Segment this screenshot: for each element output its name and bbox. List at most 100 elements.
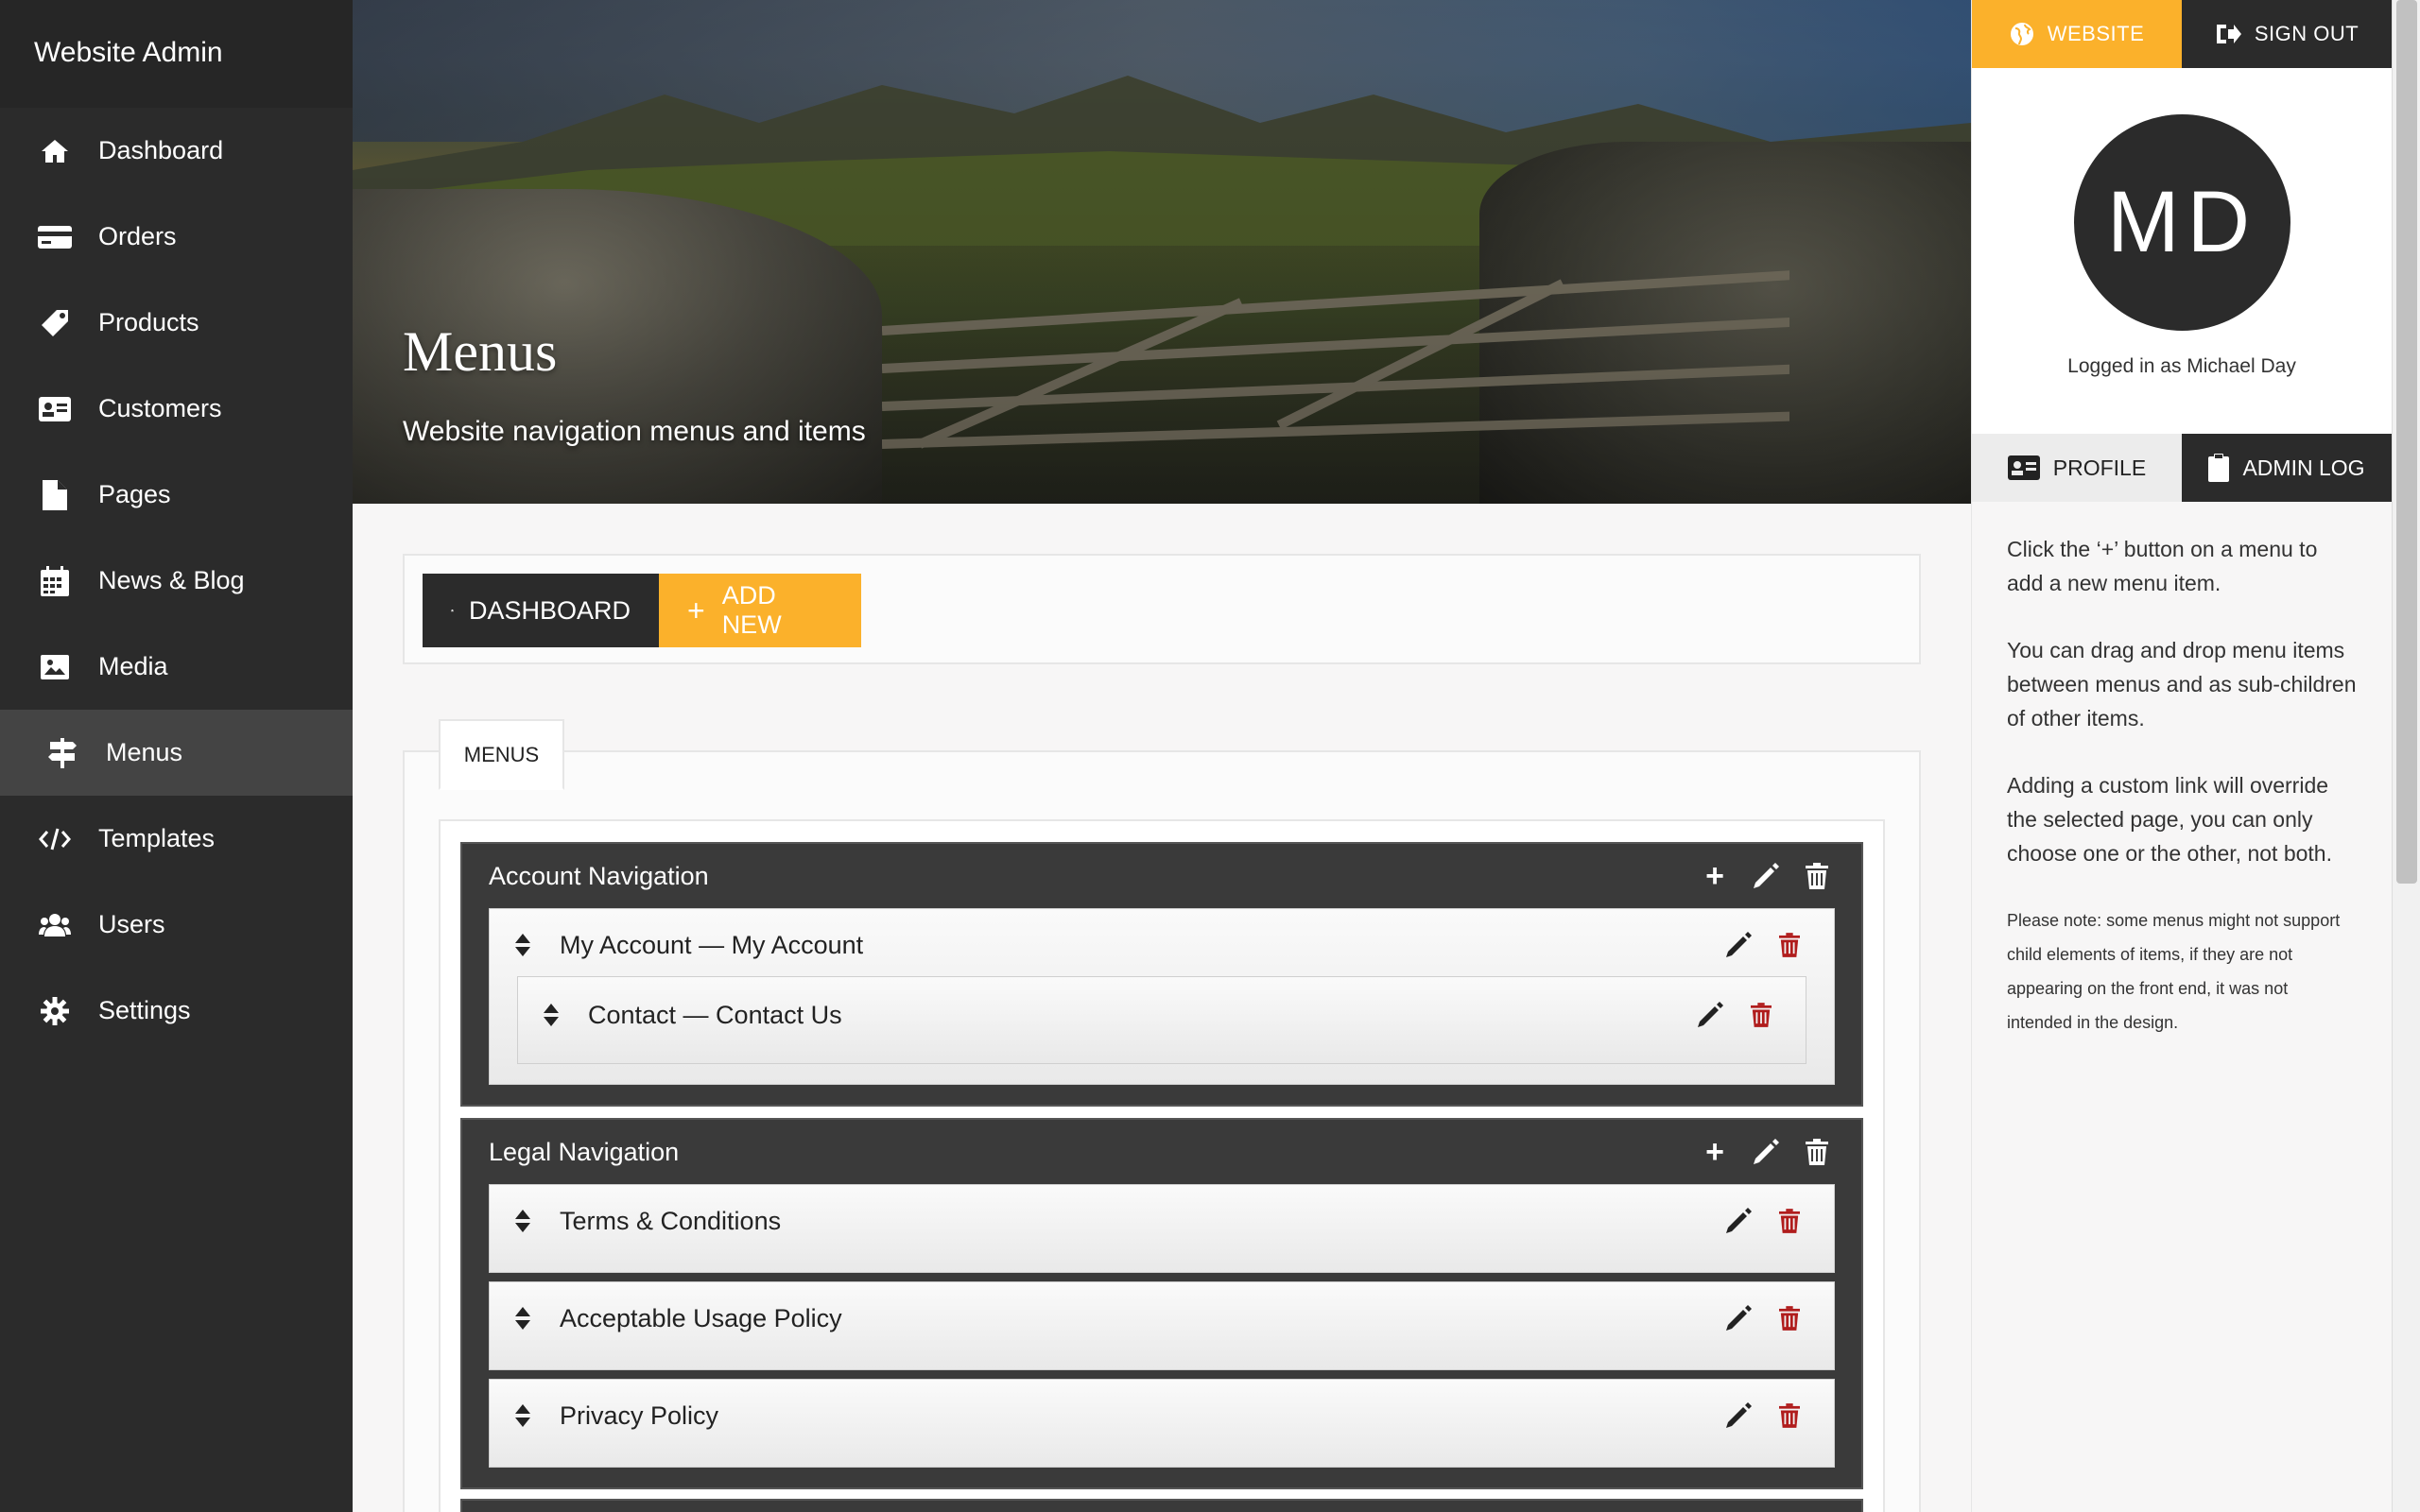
account-panel: WEBSITE SIGN OUT MD Logged in as Michael… bbox=[1971, 0, 2392, 1512]
tab-menus[interactable]: MENUS bbox=[439, 719, 564, 790]
sidebar-item-customers[interactable]: Customers bbox=[0, 366, 353, 452]
delete-menu-button[interactable] bbox=[1791, 863, 1842, 889]
sidebar-item-label: Users bbox=[98, 910, 165, 938]
delete-item-button[interactable] bbox=[1764, 933, 1815, 957]
menu-item[interactable]: Acceptable Usage Policy bbox=[489, 1281, 1835, 1370]
edit-item-button[interactable] bbox=[1685, 1001, 1736, 1029]
plus-icon: + bbox=[687, 593, 705, 627]
menu-item[interactable]: Privacy Policy bbox=[489, 1379, 1835, 1468]
sign-out-icon bbox=[2216, 25, 2241, 43]
delete-item-button[interactable] bbox=[1736, 1003, 1787, 1027]
code-icon bbox=[38, 822, 72, 856]
sidebar-item-users[interactable]: Users bbox=[0, 882, 353, 968]
sidebar-item-label: Templates bbox=[98, 824, 216, 852]
id-card-icon bbox=[38, 392, 72, 426]
menu-item-label: Privacy Policy bbox=[560, 1400, 719, 1430]
brand-title: Website Admin bbox=[0, 0, 353, 108]
menu-title: Legal Navigation bbox=[489, 1137, 680, 1166]
trash-icon bbox=[1779, 1403, 1800, 1428]
sidebar-item-news-blog[interactable]: News & Blog bbox=[0, 538, 353, 624]
sign-out-button[interactable]: SIGN OUT bbox=[2182, 0, 2392, 68]
add-new-button[interactable]: + ADD NEW bbox=[659, 574, 861, 647]
sidebar-item-media[interactable]: Media bbox=[0, 624, 353, 710]
menu-header: Legal Navigation + bbox=[462, 1120, 1861, 1184]
website-button[interactable]: WEBSITE bbox=[1972, 0, 2182, 68]
drag-handle-icon[interactable] bbox=[490, 933, 556, 957]
sidebar-item-settings[interactable]: Settings bbox=[0, 968, 353, 1054]
scrollbar-thumb[interactable] bbox=[2396, 0, 2417, 884]
trash-icon bbox=[1779, 1306, 1800, 1331]
tab-profile[interactable]: PROFILE bbox=[1972, 434, 2182, 502]
sidebar-item-menus[interactable]: Menus bbox=[0, 710, 353, 796]
pencil-icon bbox=[1726, 1208, 1752, 1233]
pencil-icon bbox=[1726, 932, 1752, 957]
menu-item-label: Contact — Contact Us bbox=[588, 1000, 842, 1029]
delete-item-button[interactable] bbox=[1764, 1306, 1815, 1331]
tab-profile-label: PROFILE bbox=[2052, 455, 2147, 480]
sign-out-button-label: SIGN OUT bbox=[2254, 22, 2360, 45]
tag-icon bbox=[38, 306, 72, 340]
drag-handle-icon[interactable] bbox=[518, 1003, 584, 1027]
tab-admin-log[interactable]: ADMIN LOG bbox=[2182, 434, 2392, 502]
sidebar-item-pages[interactable]: Pages bbox=[0, 452, 353, 538]
plus-icon: + bbox=[1705, 1134, 1724, 1170]
delete-menu-button[interactable] bbox=[1791, 1139, 1842, 1165]
sidebar-item-templates[interactable]: Templates bbox=[0, 796, 353, 882]
trash-icon bbox=[1751, 1003, 1772, 1027]
trash-icon bbox=[1779, 933, 1800, 957]
sidebar-item-label: Products bbox=[98, 308, 199, 336]
help-note: Please note: some menus might not suppor… bbox=[2007, 911, 2341, 1032]
profile-card: MD Logged in as Michael Day bbox=[1972, 68, 2392, 434]
trash-icon bbox=[1779, 1209, 1800, 1233]
delete-item-button[interactable] bbox=[1764, 1403, 1815, 1428]
globe-icon bbox=[2010, 23, 2033, 45]
help-paragraph: Adding a custom link will override the s… bbox=[2007, 773, 2332, 866]
add-item-button[interactable]: + bbox=[1689, 1136, 1740, 1168]
sidebar-item-label: Orders bbox=[98, 222, 177, 250]
help-paragraph: Click the ‘+’ button on a menu to add a … bbox=[2007, 537, 2318, 595]
gear-icon bbox=[38, 994, 72, 1028]
pencil-icon bbox=[1726, 1305, 1752, 1331]
pencil-icon bbox=[1726, 1402, 1752, 1428]
edit-menu-button[interactable] bbox=[1740, 1138, 1791, 1166]
users-icon bbox=[38, 908, 72, 942]
menu-item[interactable]: Terms & Conditions bbox=[489, 1184, 1835, 1273]
help-text: Click the ‘+’ button on a menu to add a … bbox=[1972, 502, 2392, 1040]
menu-item-label: My Account — My Account bbox=[560, 930, 864, 959]
menu-item-label: Acceptable Usage Policy bbox=[560, 1303, 842, 1332]
delete-item-button[interactable] bbox=[1764, 1209, 1815, 1233]
edit-item-button[interactable] bbox=[1713, 1304, 1764, 1332]
menu-header: Account Navigation + bbox=[462, 844, 1861, 908]
page-scrollbar[interactable] bbox=[2392, 0, 2420, 1512]
website-button-label: WEBSITE bbox=[2047, 22, 2145, 45]
menu-item-child[interactable]: Contact — Contact Us bbox=[517, 976, 1806, 1064]
avatar[interactable]: MD bbox=[2074, 114, 2290, 331]
sidebar-item-orders[interactable]: Orders bbox=[0, 194, 353, 280]
drag-handle-icon[interactable] bbox=[490, 1209, 556, 1233]
credit-card-icon bbox=[38, 220, 72, 254]
edit-item-button[interactable] bbox=[1713, 931, 1764, 959]
dashboard-button[interactable]: DASHBOARD bbox=[423, 574, 659, 647]
id-card-icon bbox=[2007, 455, 2040, 480]
sidebar: Website Admin Dashboard Orders Products … bbox=[0, 0, 353, 1512]
home-icon bbox=[38, 134, 72, 168]
sidebar-item-label: Pages bbox=[98, 480, 171, 508]
sidebar-item-label: Media bbox=[98, 652, 168, 680]
edit-item-button[interactable] bbox=[1713, 1207, 1764, 1235]
pencil-icon bbox=[1698, 1002, 1723, 1027]
sidebar-item-dashboard[interactable]: Dashboard bbox=[0, 108, 353, 194]
edit-item-button[interactable] bbox=[1713, 1401, 1764, 1430]
add-new-button-label: ADD NEW bbox=[721, 581, 782, 639]
edit-menu-button[interactable] bbox=[1740, 862, 1791, 890]
clipboard-icon bbox=[2208, 454, 2230, 482]
logged-in-text: Logged in as Michael Day bbox=[2067, 355, 2296, 377]
home-icon bbox=[451, 609, 454, 612]
plus-icon: + bbox=[1705, 858, 1724, 894]
menu-item-label: Terms & Conditions bbox=[560, 1206, 782, 1235]
help-paragraph: You can drag and drop menu items between… bbox=[2007, 638, 2357, 730]
sidebar-item-products[interactable]: Products bbox=[0, 280, 353, 366]
tab-admin-log-label: ADMIN LOG bbox=[2242, 455, 2365, 480]
drag-handle-icon[interactable] bbox=[490, 1306, 556, 1331]
drag-handle-icon[interactable] bbox=[490, 1403, 556, 1428]
add-item-button[interactable]: + bbox=[1689, 860, 1740, 892]
